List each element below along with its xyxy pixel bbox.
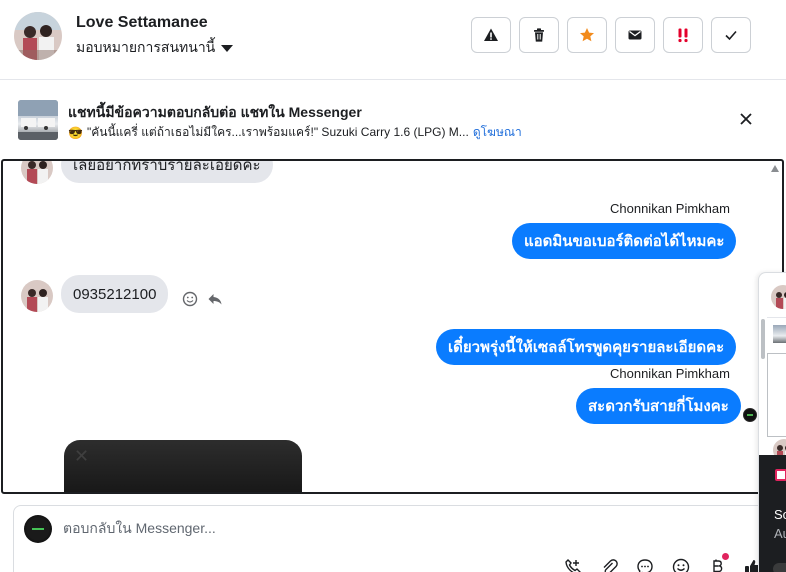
call-add-button[interactable] [559, 553, 587, 572]
emoji-icon [672, 558, 690, 572]
messenger-inbox-thread: Love Settamanee มอบหมายการสนทนานี้ แชทนี… [0, 0, 786, 572]
contact-name[interactable]: Love Settamanee [76, 14, 208, 32]
contact-avatar-small [21, 161, 53, 184]
paperclip-icon [603, 559, 618, 572]
reply-input[interactable] [63, 520, 563, 536]
check-icon [725, 30, 737, 41]
star-icon [580, 28, 594, 42]
reply-icon[interactable] [207, 291, 223, 307]
sunglasses-emoji-icon: 😎 [68, 125, 83, 140]
seen-by-page-avatar [743, 408, 757, 422]
message-preview-box [767, 353, 786, 437]
notification-dot [722, 553, 729, 560]
caret-down-icon [221, 44, 234, 52]
message-bubble-incoming[interactable]: 0935212100 [61, 275, 169, 313]
saved-replies-button[interactable] [631, 553, 659, 572]
chat-bubble-icon [637, 559, 653, 572]
message-thread[interactable]: เลยอยากทราบรายละเอียดคะ Chonnikan Pimkha… [1, 159, 784, 494]
view-ad-link[interactable]: ดูโฆษณา [473, 123, 522, 142]
ad-snippet-row: 😎 "คันนี้แครี่ แต่ถ้าเธอไม่มีใคร...เราพร… [68, 123, 522, 142]
mark-unread-button[interactable] [615, 17, 655, 53]
header-actions [471, 17, 751, 53]
composer-tools [559, 553, 767, 572]
message-bubble-outgoing[interactable]: แอดมินขอเบอร์ติดต่อได้ไหมคะ [512, 223, 737, 259]
close-icon: ✕ [74, 446, 90, 466]
assign-label: มอบหมายการสนทนานี้ [76, 39, 216, 55]
ad-snippet: "คันนี้แครี่ แต่ถ้าเธอไม่มีใคร...เราพร้อ… [86, 125, 469, 139]
react-emoji-icon[interactable] [182, 291, 198, 307]
trash-icon [534, 28, 544, 42]
follow-up-icon [678, 28, 688, 43]
ad-thumbnail[interactable] [18, 100, 58, 140]
conversation-header: Love Settamanee มอบหมายการสนทนานี้ [0, 0, 786, 80]
mark-done-button[interactable] [711, 17, 751, 53]
star-button[interactable] [567, 17, 607, 53]
ad-title: แชทนี้มีข้อความตอบกลับต่อ แชทใน Messenge… [68, 104, 362, 120]
toast-button[interactable] [773, 563, 786, 572]
payment-button[interactable] [703, 553, 731, 572]
sender-name: Chonnikan Pimkham [610, 201, 730, 216]
spam-button[interactable] [471, 17, 511, 53]
toast-subtitle: Au [774, 526, 786, 541]
ad-reply-banner: แชทนี้มีข้อความตอบกลับต่อ แชทใน Messenge… [0, 81, 786, 157]
emoji-button[interactable] [667, 553, 695, 572]
video-attachment[interactable]: ✕ [64, 440, 302, 492]
call-add-icon [565, 559, 581, 572]
app-icon [775, 469, 786, 481]
message-bubble-outgoing[interactable]: สะดวกรับสายกี่โมงคะ [576, 388, 741, 424]
close-icon[interactable] [736, 109, 756, 129]
message-bubble-outgoing[interactable]: เดี๋ยวพรุ่งนี้ให้เซลล์โทรพูดคุยรายละเอีย… [436, 329, 737, 365]
reply-composer [13, 505, 783, 572]
notification-toast[interactable]: So Au [759, 455, 786, 572]
delete-button[interactable] [519, 17, 559, 53]
envelope-icon [628, 30, 642, 40]
assign-conversation-dropdown[interactable]: มอบหมายการสนทนานี้ [76, 37, 234, 59]
contact-avatar[interactable] [14, 12, 62, 60]
ad-thumbnail [773, 325, 786, 343]
scrollbar[interactable] [761, 319, 765, 359]
contact-avatar-small [21, 280, 53, 312]
follow-up-button[interactable] [663, 17, 703, 53]
page-logo-avatar [24, 515, 52, 543]
attach-file-button[interactable] [595, 553, 623, 572]
contact-avatar-small [771, 285, 786, 309]
divider [767, 317, 786, 318]
scroll-up-arrow-icon[interactable] [771, 165, 779, 172]
report-icon [484, 28, 498, 41]
toast-title: So [774, 507, 786, 522]
message-bubble-incoming[interactable]: เลยอยากทราบรายละเอียดคะ [61, 161, 273, 183]
side-chat-popup[interactable]: So Au [758, 272, 786, 572]
sender-name: Chonnikan Pimkham [610, 366, 730, 381]
